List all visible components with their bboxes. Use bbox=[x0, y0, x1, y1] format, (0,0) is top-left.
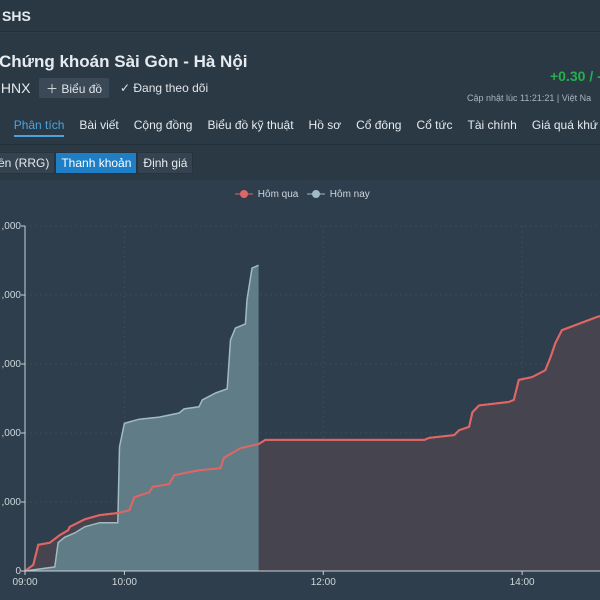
y-tick-label: ,000 bbox=[2, 497, 22, 508]
x-tick-label: 14:00 bbox=[510, 577, 535, 588]
liquidity-chart: 0 ,000 ,000 ,000 ,000 ,000 09:00 10:00 12:00 14:0… bbox=[2, 221, 600, 588]
y-tick-label: ,000 bbox=[2, 428, 22, 439]
x-tick-label: 09:00 bbox=[12, 577, 37, 588]
x-tick-label: 12:00 bbox=[311, 577, 336, 588]
y-tick-label: 0 bbox=[15, 566, 21, 577]
series-area-1 bbox=[25, 265, 259, 571]
y-tick-label: ,000 bbox=[2, 290, 22, 301]
y-tick-label: ,000 bbox=[2, 359, 22, 370]
y-tick-label: ,000 bbox=[2, 221, 22, 232]
x-tick-label: 10:00 bbox=[112, 577, 137, 588]
